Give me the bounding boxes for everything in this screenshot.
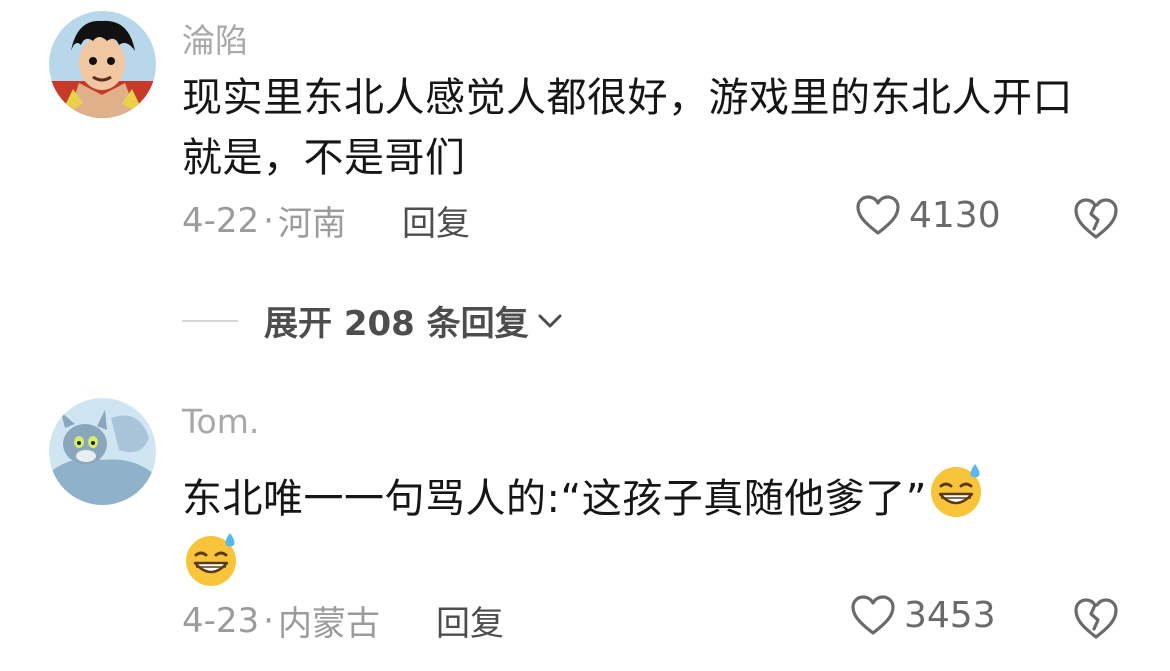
heart-outline-icon — [856, 195, 900, 235]
comment-meta: 4-22 · 河南 回复 — [182, 196, 470, 245]
reply-button[interactable]: 回复 — [402, 196, 470, 245]
reply-button[interactable]: 回复 — [436, 596, 504, 645]
avatar[interactable] — [49, 11, 156, 118]
broken-heart-icon — [1074, 198, 1118, 239]
expand-divider — [182, 319, 238, 322]
avatar-tom-icon — [49, 398, 156, 505]
avatar[interactable] — [49, 398, 156, 505]
like-count: 4130 — [909, 194, 1001, 236]
comment-location: 内蒙古 — [277, 604, 380, 644]
comment-date: 4-23 — [182, 600, 260, 641]
comment-location: 河南 — [277, 204, 346, 244]
username[interactable]: 淪陷 — [182, 14, 248, 62]
dislike-button[interactable] — [1073, 196, 1119, 240]
broken-heart-icon — [1074, 598, 1118, 639]
chevron-down-icon — [538, 314, 562, 327]
meta-separator: · — [263, 600, 274, 641]
meta-separator: · — [263, 200, 274, 241]
like-button[interactable]: 3453 — [850, 594, 996, 636]
grinning-sweat-emoji-icon — [182, 529, 242, 589]
like-button[interactable]: 4130 — [855, 194, 1001, 236]
username[interactable]: Tom. — [182, 402, 259, 441]
comment-meta: 4-23 · 内蒙古 回复 — [182, 596, 504, 645]
grinning-sweat-emoji-icon — [927, 460, 987, 520]
expand-label: 展开 208 条回复 — [264, 304, 529, 344]
like-count: 3453 — [904, 594, 996, 636]
expand-replies-button[interactable]: 展开 208 条回复 — [182, 296, 565, 345]
comment-text-body: 东北唯一一句骂人的:“这孩子真随他爹了” — [182, 476, 927, 522]
comment-date: 4-22 — [182, 200, 260, 241]
heart-outline-icon — [851, 595, 895, 635]
avatar-luffy-icon — [49, 11, 156, 118]
comment-text: 现实里东北人感觉人都很好，游戏里的东北人开口就是，不是哥们 — [182, 75, 1073, 181]
dislike-button[interactable] — [1073, 596, 1119, 640]
comment-text: 东北唯一一句骂人的:“这孩子真随他爹了” — [182, 460, 1112, 598]
